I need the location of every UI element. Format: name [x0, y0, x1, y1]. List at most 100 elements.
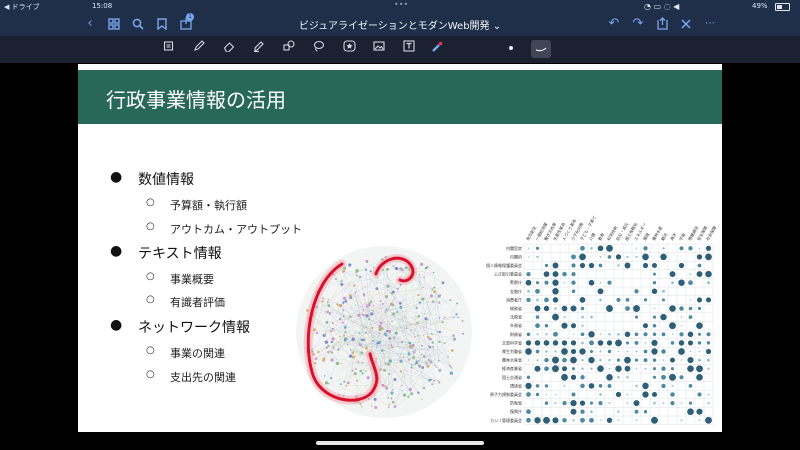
matrix-bubble — [545, 393, 548, 396]
network-node — [340, 383, 343, 386]
matrix-bubble — [589, 417, 594, 423]
matrix-bubble — [570, 305, 577, 312]
pen-tools-close-icon[interactable] — [678, 16, 694, 32]
network-node — [441, 281, 445, 285]
matrix-bubble — [679, 306, 684, 311]
matrix-bubble — [581, 341, 584, 345]
matrix-bubble — [680, 419, 683, 422]
network-node — [369, 270, 372, 273]
sub-bullet: ○ 有識者評価 — [146, 294, 225, 309]
matrix-bubble — [526, 409, 531, 415]
matrix-bubble — [570, 356, 577, 364]
export-icon[interactable] — [654, 16, 670, 32]
stroke-size-dot-icon[interactable] — [509, 46, 513, 50]
matrix-bubble — [525, 340, 532, 346]
network-node — [420, 262, 424, 266]
matrix-bubble — [597, 288, 604, 295]
network-node — [335, 361, 339, 365]
matrix-bubble — [561, 322, 568, 329]
network-node — [388, 359, 392, 363]
network-node — [365, 331, 367, 334]
network-node — [421, 398, 423, 401]
text-tool-icon[interactable] — [400, 40, 418, 58]
network-node — [361, 405, 363, 408]
matrix-bubble — [598, 384, 603, 388]
network-node — [346, 343, 349, 346]
matrix-bubble — [571, 254, 576, 260]
undo-icon[interactable]: ↶ — [606, 16, 622, 32]
matrix-bubble — [597, 245, 604, 252]
matrix-bubble — [552, 279, 559, 286]
network-node — [390, 397, 393, 400]
shapes-tool-icon[interactable] — [280, 40, 298, 58]
network-node — [346, 381, 350, 385]
multitask-dots-icon[interactable]: ••• — [394, 0, 408, 9]
title-banner: 行政事業情報の活用 — [78, 70, 722, 124]
pen-tool-icon[interactable] — [190, 40, 208, 58]
network-node — [402, 393, 407, 397]
back-to-app-link[interactable]: ◀ ドライブ — [4, 2, 40, 12]
matrix-row-label: 厚生労働省 — [502, 348, 522, 354]
matrix-bubble — [608, 402, 611, 405]
matrix-bubble — [607, 255, 612, 259]
lasso-select-icon[interactable] — [310, 40, 328, 58]
slide-page[interactable]: 行政事業情報の活用 ● 数値情報 ○ 予算額・執行額 ○ アウトカム・アウトプット ●… — [78, 64, 722, 432]
matrix-row-label: 財務省 — [510, 331, 522, 337]
network-node — [342, 296, 347, 300]
matrix-bubble — [635, 367, 638, 370]
matrix-bubble — [705, 270, 712, 278]
matrix-col-label: 観光 — [659, 232, 668, 242]
network-node — [391, 320, 393, 323]
home-indicator[interactable] — [316, 441, 484, 445]
title-bar: ‹ 1 ビジュアライゼーションとモダンWeb開発 ⌄ ↶ ↷ ⋯ — [0, 12, 800, 36]
matrix-bubble — [571, 289, 576, 294]
stroke-style-selector[interactable] — [531, 40, 551, 58]
matrix-bubble — [552, 417, 559, 424]
image-tool-icon[interactable] — [370, 40, 388, 58]
sticker-tool-icon[interactable] — [340, 40, 358, 58]
matrix-bubble — [633, 305, 640, 312]
network-node — [344, 331, 347, 334]
matrix-bubble — [669, 322, 676, 330]
matrix-bubble — [599, 281, 602, 284]
network-node — [417, 314, 421, 318]
matrix-bubble — [687, 365, 694, 373]
matrix-bubble — [543, 416, 550, 424]
network-node — [437, 331, 439, 333]
matrix-bubble — [536, 333, 539, 336]
bullet-network-info: ● ネットワーク情報 — [110, 317, 250, 336]
matrix-bubble — [561, 340, 568, 346]
more-options-icon[interactable]: ⋯ — [702, 16, 718, 32]
matrix-bubble — [526, 332, 531, 337]
matrix-bubble — [617, 376, 620, 379]
network-node — [325, 321, 329, 324]
network-node — [401, 269, 405, 272]
network-node — [324, 332, 327, 334]
highlighter-tool-icon[interactable] — [250, 40, 268, 58]
network-node — [349, 354, 353, 358]
matrix-bubble — [687, 408, 694, 416]
matrix-bubble — [598, 263, 603, 268]
matrix-bubble — [643, 349, 648, 354]
laser-pointer-icon[interactable] — [428, 40, 446, 58]
matrix-bubble — [525, 279, 532, 286]
network-node — [354, 304, 357, 306]
matrix-bubble — [544, 401, 549, 405]
lasso-tool-icon[interactable] — [160, 40, 178, 58]
redo-icon[interactable]: ↷ — [630, 16, 646, 32]
matrix-bubble — [588, 279, 595, 286]
network-node — [386, 329, 389, 333]
eraser-tool-icon[interactable] — [220, 40, 238, 58]
matrix-bubble — [544, 263, 549, 268]
matrix-bubble — [535, 315, 540, 319]
network-node — [414, 363, 417, 366]
network-node — [342, 302, 344, 305]
matrix-bubble — [608, 333, 611, 336]
matrix-bubble — [662, 359, 665, 361]
matrix-bubble — [670, 400, 675, 406]
matrix-bubble — [669, 305, 676, 312]
matrix-bubble — [670, 367, 675, 371]
matrix-bubble — [688, 306, 693, 311]
battery-percent: 49% — [752, 2, 768, 10]
network-node — [331, 337, 335, 341]
